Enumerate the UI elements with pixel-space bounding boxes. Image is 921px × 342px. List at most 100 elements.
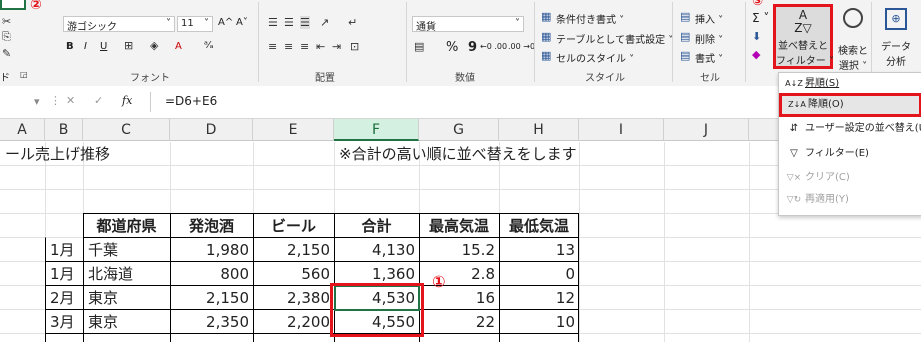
prefecture-cell[interactable]: 千葉	[83, 238, 170, 262]
formula-input[interactable]: =D6+E6	[165, 94, 217, 108]
happoshu-cell[interactable]: 2,150	[170, 286, 253, 310]
sort-ascending-item[interactable]: A↓Z 昇順(S)	[779, 73, 921, 95]
increase-indent-icon[interactable]: ⇥	[332, 40, 341, 53]
decrease-decimal-button[interactable]: .00 →0	[508, 42, 535, 51]
header-cell[interactable]: 最高気温	[419, 214, 499, 238]
min-temp-cell[interactable]: 12	[499, 286, 579, 310]
total-cell[interactable]: 4,130	[334, 238, 419, 262]
max-temp-cell[interactable]: 16	[419, 286, 499, 310]
align-right-icon[interactable]: ≡	[300, 40, 309, 53]
cell-styles-button[interactable]: セルのスタイル ˅	[556, 50, 634, 65]
column-header[interactable]: C	[83, 119, 170, 141]
delete-button[interactable]: 削除 ˅	[695, 31, 723, 46]
header-cell[interactable]: 合計	[334, 214, 419, 238]
align-center-icon[interactable]: ≡	[284, 40, 293, 53]
font-color-icon[interactable]: A	[175, 41, 182, 52]
prefecture-cell[interactable]: 東京	[83, 310, 170, 334]
fill-color-icon[interactable]: ◈	[150, 39, 158, 52]
italic-button[interactable]: I	[84, 41, 87, 52]
align-bottom-icon[interactable]: ☰	[300, 16, 310, 29]
max-temp-cell[interactable]: 22	[419, 310, 499, 334]
grow-font-button[interactable]: A^	[218, 17, 233, 28]
percent-style-button[interactable]: %	[446, 40, 458, 55]
phonetic-icon[interactable]: ᵃ⁄ₐ	[204, 40, 214, 51]
header-cell[interactable]: 発泡酒	[170, 214, 253, 238]
min-temp-cell[interactable]: 10	[499, 310, 579, 334]
header-cell[interactable]: ビール	[253, 214, 334, 238]
wrap-text-icon[interactable]: ↵	[348, 16, 357, 29]
column-header[interactable]: D	[170, 119, 253, 141]
name-box-dropdown-icon[interactable]: ▾	[34, 95, 40, 108]
header-cell[interactable]: 最低気温	[499, 214, 579, 238]
enter-icon[interactable]: ✓	[94, 94, 103, 107]
month-cell[interactable]: 2月	[45, 286, 83, 310]
cut-icon[interactable]: ✂	[2, 15, 11, 28]
max-temp-cell[interactable]: 2.8	[419, 262, 499, 286]
happoshu-cell[interactable]: 2,350	[170, 310, 253, 334]
happoshu-cell[interactable]: 1,980	[170, 238, 253, 262]
month-cell[interactable]: 1月	[45, 238, 83, 262]
beer-cell[interactable]: 2,380	[253, 286, 334, 310]
increase-decimal-button[interactable]: ←0 .00	[480, 42, 507, 51]
merge-center-icon[interactable]: ⊡	[350, 40, 359, 53]
conditional-format-button[interactable]: 条件付き書式 ˅	[556, 11, 624, 26]
insert-button[interactable]: 挿入 ˅	[695, 11, 723, 26]
header-cell[interactable]: 都道府県	[83, 214, 170, 238]
cancel-icon[interactable]: ✕	[66, 94, 75, 107]
autosum-button[interactable]: Σ ˅	[752, 11, 769, 25]
orientation-icon[interactable]: ↗	[320, 16, 329, 29]
column-header[interactable]: E	[253, 119, 334, 141]
custom-sort-item[interactable]: ⇵ ユーザー設定の並べ替え(U)	[779, 118, 921, 140]
month-cell[interactable]: 3月	[45, 310, 83, 334]
column-header[interactable]: J	[664, 119, 749, 141]
reapply-item[interactable]: ▽↻ 再適用(Y)	[779, 189, 921, 211]
accounting-format-icon[interactable]: ▤	[414, 40, 424, 53]
font-name-select[interactable]: 游ゴシック ˅	[63, 16, 175, 33]
shrink-font-button[interactable]: A˅	[236, 17, 248, 28]
sort-descending-item[interactable]: Z↓A 降順(O)	[779, 93, 921, 117]
clear-filter-item[interactable]: ▽× クリア(C)	[779, 167, 921, 189]
insert-function-icon[interactable]: fx	[122, 94, 132, 107]
find-select-button[interactable]: 検索と 選択 ˅	[834, 6, 872, 72]
column-header[interactable]: I	[579, 119, 664, 141]
column-header[interactable]: G	[419, 119, 499, 141]
comma-style-button[interactable]: 9	[468, 40, 477, 55]
sheet-title[interactable]: ール売上げ推移	[0, 142, 260, 166]
number-format-select[interactable]: 通貨 ˅	[412, 16, 524, 33]
clipboard-launcher-icon[interactable]: ◲	[20, 70, 28, 79]
font-size-select[interactable]: 11 ˅	[177, 16, 213, 32]
min-temp-cell[interactable]: 13	[499, 238, 579, 262]
min-temp-cell[interactable]: 0	[499, 262, 579, 286]
bold-button[interactable]: B	[66, 41, 74, 52]
data-analysis-button[interactable]: ⊕ データ 分析	[874, 6, 918, 68]
underline-button[interactable]: U	[100, 41, 107, 52]
format-painter-icon[interactable]: ✎	[2, 47, 11, 60]
copy-icon[interactable]: ⎘	[2, 30, 11, 44]
column-header-selected[interactable]: F	[334, 119, 419, 141]
alignment-group-label: 配置	[315, 73, 335, 84]
beer-cell[interactable]: 2,150	[253, 238, 334, 262]
sheet-note[interactable]: ※合計の高い順に並べ替えをします	[334, 142, 734, 166]
happoshu-cell[interactable]: 800	[170, 262, 253, 286]
column-header[interactable]: H	[499, 119, 579, 141]
format-button[interactable]: 書式 ˅	[695, 50, 723, 65]
month-cell[interactable]: 1月	[45, 262, 83, 286]
beer-cell[interactable]: 560	[253, 262, 334, 286]
column-header[interactable]: B	[45, 119, 83, 141]
align-middle-icon[interactable]: ☰	[284, 16, 294, 29]
align-left-icon[interactable]: ≡	[268, 40, 277, 53]
clipboard-selected-box[interactable]	[0, 0, 26, 10]
filter-item[interactable]: ▽ フィルター(E)	[779, 143, 921, 165]
decrease-indent-icon[interactable]: ⇤	[316, 40, 325, 53]
border-icon[interactable]: ⊞	[124, 39, 133, 52]
clear-icon[interactable]: ◆	[752, 48, 760, 61]
max-temp-cell[interactable]: 15.2	[419, 238, 499, 262]
prefecture-cell[interactable]: 東京	[83, 286, 170, 310]
fill-icon[interactable]: ⬇	[752, 30, 761, 43]
prefecture-cell[interactable]: 北海道	[83, 262, 170, 286]
format-as-table-button[interactable]: テーブルとして書式設定 ˅	[556, 31, 673, 46]
column-header[interactable]: A	[0, 119, 45, 141]
align-top-icon[interactable]: ☰	[268, 16, 278, 29]
beer-cell[interactable]: 2,200	[253, 310, 334, 334]
sort-filter-button[interactable]: A Z▽ 並べ替えと フィルター ˅	[773, 4, 834, 69]
